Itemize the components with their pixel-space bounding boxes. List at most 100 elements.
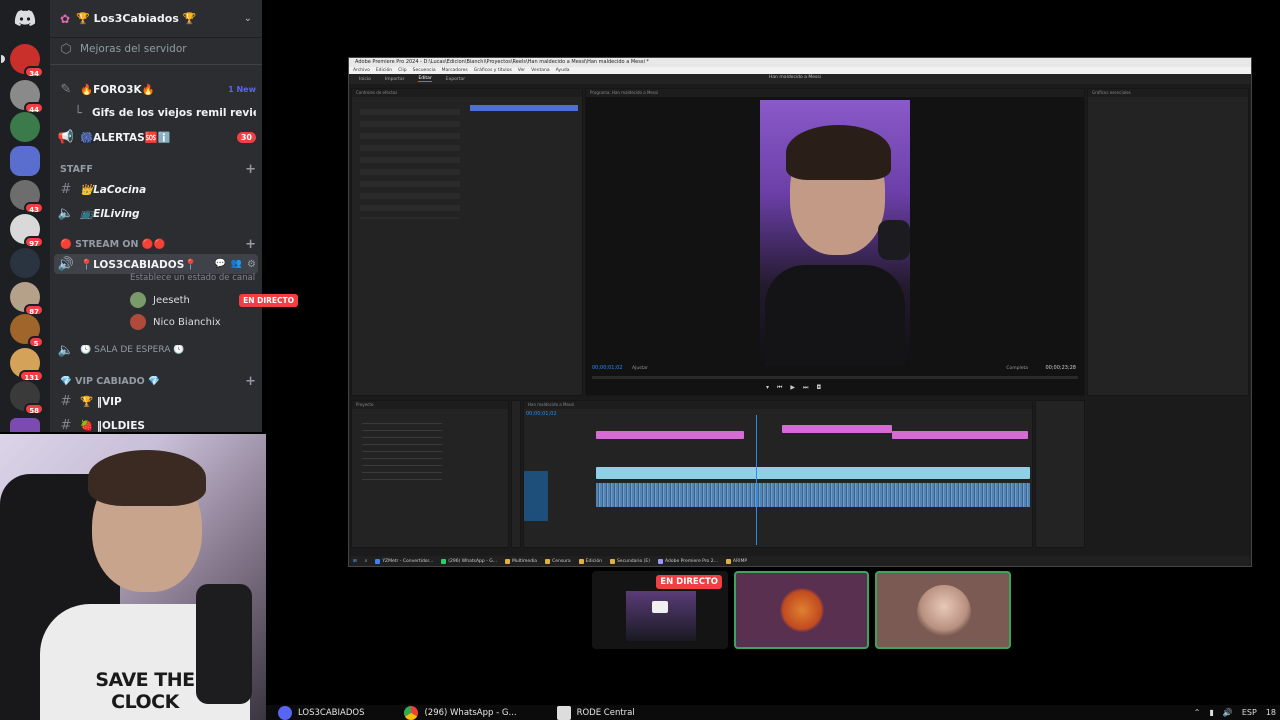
chevron-up-icon[interactable]: ⌃ <box>1194 708 1201 717</box>
timeline-panel[interactable]: Han maldecido a Messi 00;00;01;02 <box>523 400 1033 548</box>
new-badge: 1 New <box>228 84 256 94</box>
workspace-tab[interactable]: Inicio <box>359 77 371 82</box>
add-channel-icon[interactable]: + <box>245 162 256 177</box>
monitor-scrub-bar[interactable] <box>592 376 1078 379</box>
quality-dropdown[interactable]: Completa <box>1006 366 1028 371</box>
effect-controls-panel[interactable]: Controles de efectos <box>351 88 583 396</box>
server-icon[interactable] <box>10 418 40 432</box>
camera-icon[interactable]: ◘ <box>816 384 821 392</box>
volume-icon[interactable]: 🔊 <box>1223 708 1233 717</box>
taskbar-item[interactable]: YZMetr - Convertidor... <box>375 558 433 564</box>
panel-tab[interactable]: Gráficos esenciales <box>1088 89 1248 97</box>
channel-foro3k[interactable]: ✎ 🔥FORO3K🔥 1 New <box>58 78 256 100</box>
panel-tab[interactable]: Proyecto <box>352 401 508 409</box>
timeline-playhead[interactable] <box>756 415 757 545</box>
panel-tab[interactable]: Han maldecido a Messi <box>524 401 1032 409</box>
project-panel[interactable]: Proyecto <box>351 400 509 548</box>
channel-oldies[interactable]: # 🍓 ‖OLDIES <box>58 414 256 436</box>
voice-channel-sala-espera[interactable]: 🔈 🕓 SALA DE ESPERA 🕓 <box>58 339 256 361</box>
menu-item[interactable]: Ayuda <box>556 67 570 74</box>
channel-status-hint[interactable]: Establece un estado de canal <box>130 273 255 283</box>
video-clip[interactable] <box>596 467 1030 479</box>
server-icon[interactable]: 43 <box>10 180 44 214</box>
mark-in-icon[interactable]: ▾ <box>766 384 769 392</box>
taskbar-item[interactable]: Edición <box>578 558 602 564</box>
menu-item[interactable]: Edición <box>376 67 392 74</box>
menu-item[interactable]: Ver <box>518 67 525 74</box>
menu-item[interactable]: Archivo <box>353 67 370 74</box>
workspace-tab[interactable]: Editar <box>418 76 432 82</box>
menu-item[interactable]: Secuencia <box>413 67 436 74</box>
server-icon[interactable]: 131 <box>10 348 44 382</box>
play-icon[interactable]: ▶ <box>790 384 795 392</box>
server-icon[interactable] <box>10 248 40 278</box>
essential-graphics-panel[interactable]: Gráficos esenciales <box>1087 88 1249 396</box>
voice-channel-los3cabiados[interactable]: 🔊 📍LOS3CABIADOS📍 💬 👥 ⚙ <box>58 253 256 275</box>
category-staff[interactable]: STAFF + <box>60 161 256 177</box>
server-icon[interactable]: 44 <box>10 80 44 114</box>
gear-icon[interactable]: ⚙ <box>247 259 256 270</box>
clock[interactable]: 18 <box>1266 708 1276 717</box>
channel-alertas[interactable]: 📢 🎆ALERTAS🆘ℹ️ 30 <box>58 126 256 148</box>
server-icon[interactable]: 58 <box>10 381 44 415</box>
taskbar-item[interactable]: Adobe Premiere Pro 2... <box>658 558 718 564</box>
category-vip[interactable]: 💎 VIP CABIADO 💎 + <box>60 373 256 389</box>
search-icon[interactable]: ⌕ <box>365 558 368 564</box>
taskbar-app-rode[interactable]: RODE Central <box>556 705 635 720</box>
menu-item[interactable]: Clip <box>398 67 407 74</box>
network-icon[interactable]: ▮ <box>1209 708 1213 717</box>
menu-item[interactable]: Marcadores <box>442 67 468 74</box>
server-icon[interactable]: 87 <box>10 282 44 316</box>
taskbar-item[interactable]: Secundario (E) <box>609 558 650 564</box>
hash-icon: # <box>60 181 72 197</box>
server-icon[interactable] <box>10 146 40 176</box>
chat-icon[interactable]: 💬 <box>215 259 226 269</box>
guild-header[interactable]: ✿ 🏆 Los3Cabiados 🏆 ⌄ <box>50 0 262 38</box>
participant-tile[interactable] <box>875 571 1011 649</box>
panel-tab[interactable]: Programa: Han maldecido a Messi <box>586 89 1084 97</box>
add-channel-icon[interactable]: + <box>245 374 256 389</box>
stream-tile[interactable]: EN DIRECTO <box>592 571 728 649</box>
language-indicator[interactable]: ESP <box>1242 708 1257 717</box>
user-name: Nico Bianchix <box>153 316 221 328</box>
workspace-tab[interactable]: Exportar <box>446 77 465 82</box>
channel-lacocina[interactable]: # 👑LaCocina <box>58 178 256 200</box>
channel-vip[interactable]: # 🏆 ‖VIP <box>58 390 256 412</box>
server-icon-los3cabiados[interactable]: 34 <box>1 44 44 78</box>
graphics-clip[interactable] <box>596 431 744 439</box>
boosts-row[interactable]: ⬡ Mejoras del servidor <box>58 38 256 60</box>
server-icon[interactable] <box>10 112 40 142</box>
workspace-tab[interactable]: Importar <box>385 77 405 82</box>
taskbar-app-discord[interactable]: LOS3CABIADOS <box>278 705 364 720</box>
windows-start-icon[interactable]: ⊞ <box>353 559 357 564</box>
channel-elliving[interactable]: 🔈 📺ElLiving <box>58 202 256 224</box>
channel-label: 📍LOS3CABIADOS📍 <box>80 258 198 271</box>
server-icon[interactable]: 97 <box>10 214 44 248</box>
audio-waveform[interactable] <box>596 483 1030 507</box>
server-gear-icon: ✿ <box>60 11 71 26</box>
voice-user[interactable]: Jeeseth EN DIRECTO <box>130 290 298 310</box>
server-icon[interactable]: 5 <box>10 314 44 348</box>
fit-dropdown[interactable]: Ajustar <box>632 366 648 371</box>
shared-screen[interactable]: Adobe Premiere Pro 2024 - D:\Lucas\Edici… <box>348 57 1252 567</box>
thread-gifs[interactable]: └ Gifs de los viejos remil reviejos <box>70 102 256 124</box>
category-stream[interactable]: 🔴 STREAM ON 🔴🔴 + <box>60 236 256 252</box>
taskbar-item[interactable]: Multimedia <box>505 558 537 564</box>
graphics-clip[interactable] <box>892 431 1028 439</box>
taskbar-app-chrome[interactable]: (296) WhatsApp - G... <box>404 705 517 720</box>
graphics-clip[interactable] <box>782 425 892 433</box>
panel-tab[interactable]: Controles de efectos <box>352 89 582 97</box>
taskbar-item[interactable]: ARIMP <box>725 558 747 564</box>
step-forward-icon[interactable]: ⏭ <box>803 384 808 392</box>
add-member-icon[interactable]: 👥 <box>231 259 242 269</box>
menu-item[interactable]: Gráficos y títulos <box>474 67 512 74</box>
participant-tile[interactable] <box>734 571 869 649</box>
menu-item[interactable]: Ventana <box>531 67 549 74</box>
discord-home-button[interactable] <box>9 6 41 30</box>
add-channel-icon[interactable]: + <box>245 237 256 252</box>
taskbar-item[interactable]: Censura <box>545 558 571 564</box>
step-back-icon[interactable]: ⏮ <box>777 384 782 392</box>
voice-user[interactable]: Nico Bianchix <box>130 312 221 332</box>
taskbar-item[interactable]: (296) WhatsApp - G... <box>441 558 497 564</box>
hash-icon: # <box>60 393 72 409</box>
